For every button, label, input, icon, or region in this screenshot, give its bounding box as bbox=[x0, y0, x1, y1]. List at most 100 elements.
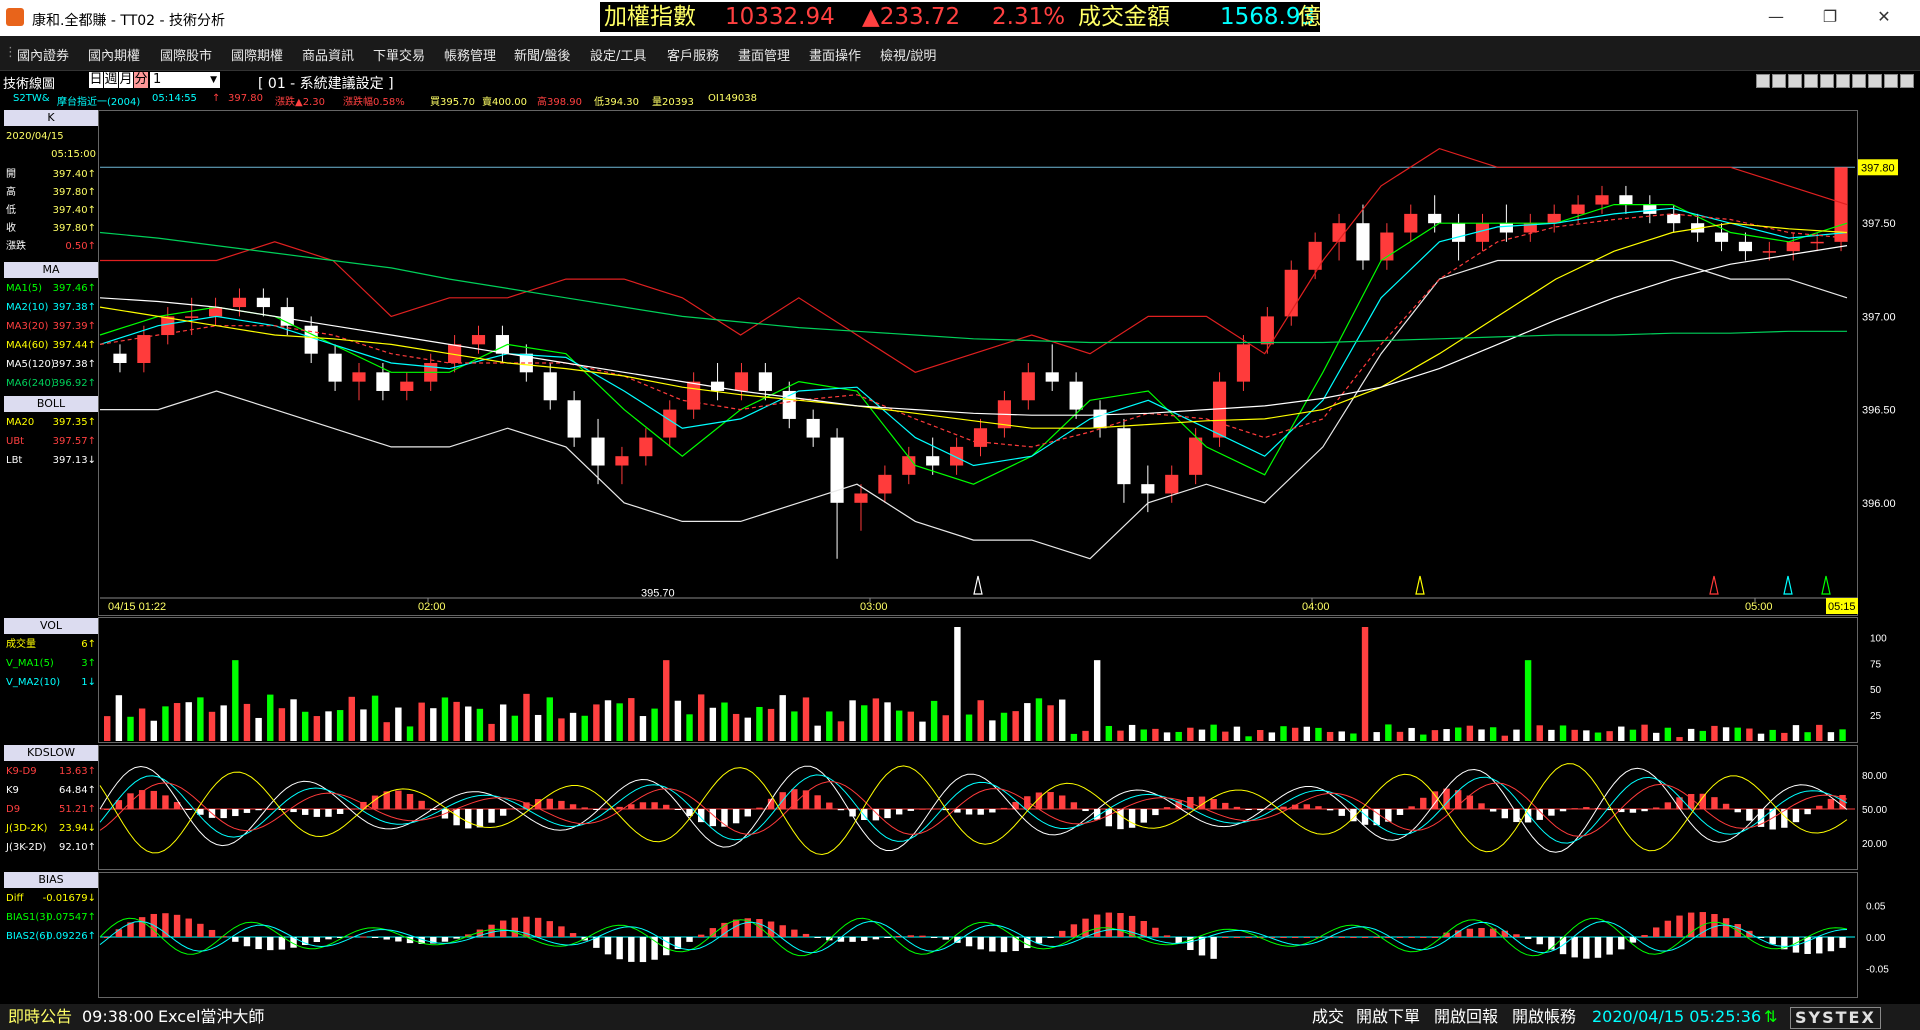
kd-diff-bar bbox=[1734, 809, 1741, 813]
bias-diff-bar bbox=[1489, 928, 1497, 937]
candle-body bbox=[1643, 204, 1657, 214]
bias-diff-bar bbox=[686, 937, 693, 942]
bias-diff-bar bbox=[197, 923, 204, 937]
bias-diff-bar bbox=[919, 935, 926, 937]
announce-label[interactable]: 即時公告 bbox=[8, 1004, 72, 1030]
kd-diff-bar bbox=[1396, 809, 1404, 815]
volume-bar bbox=[826, 711, 833, 741]
bias-diff-bar bbox=[534, 917, 542, 937]
volume-bar bbox=[406, 726, 414, 741]
volume-bar bbox=[278, 708, 286, 741]
bias-diff-bar bbox=[546, 921, 553, 937]
kd-diff-bar bbox=[546, 798, 553, 809]
status-button-report[interactable]: 開啟回報 bbox=[1434, 1004, 1498, 1030]
bias-diff-bar bbox=[569, 933, 577, 937]
candle-body bbox=[232, 297, 247, 308]
kd-diff-bar bbox=[569, 804, 577, 809]
bias-diff-bar bbox=[628, 937, 635, 962]
kd-diff-bar bbox=[1583, 807, 1590, 809]
volume-bar bbox=[1583, 730, 1590, 741]
kd-diff-bar bbox=[1105, 809, 1113, 827]
volume-bar bbox=[150, 720, 157, 741]
bias-diff-bar bbox=[861, 937, 868, 941]
candle-body bbox=[639, 437, 653, 457]
bias-diff-bar bbox=[1233, 937, 1241, 938]
volume-bar bbox=[1699, 730, 1706, 741]
kd-diff-bar bbox=[476, 809, 484, 828]
bias-diff-bar bbox=[1117, 913, 1124, 937]
volume-bar bbox=[232, 660, 239, 741]
boll-lower-line bbox=[100, 259, 1848, 560]
volume-bar bbox=[418, 702, 425, 741]
status-button-order[interactable]: 開啟下單 bbox=[1356, 1004, 1420, 1030]
status-button-account[interactable]: 開啟帳務 bbox=[1512, 1004, 1576, 1030]
ma-line bbox=[99, 207, 1848, 467]
kd-tick-label: 50.00 bbox=[1862, 805, 1887, 816]
bias-diff-bar bbox=[779, 925, 786, 937]
kd-diff-bar bbox=[1501, 809, 1509, 819]
volume-bar bbox=[267, 694, 274, 741]
volume-bar bbox=[313, 716, 321, 741]
volume-bar bbox=[1641, 724, 1648, 741]
candle-body bbox=[1236, 344, 1251, 382]
kd-diff-bar bbox=[255, 809, 262, 811]
candle-body bbox=[1786, 241, 1800, 252]
bias-diff-bar bbox=[1082, 918, 1089, 937]
brand-logo: SYSTEX bbox=[1790, 1007, 1881, 1029]
volume-bar bbox=[581, 715, 588, 741]
kd-diff-bar bbox=[1059, 795, 1066, 809]
kd-diff-bar bbox=[1827, 798, 1835, 809]
kd-diff-bar bbox=[1792, 809, 1800, 823]
volume-bar bbox=[465, 706, 472, 741]
volume-bar bbox=[1396, 731, 1404, 741]
bias-diff-bar bbox=[1839, 937, 1846, 948]
volume-bar bbox=[336, 710, 344, 741]
kd-diff-bar bbox=[663, 804, 670, 809]
time-tick-label: 03:00 bbox=[860, 601, 888, 613]
kd-diff-bar bbox=[290, 809, 297, 813]
bias-diff-bar bbox=[977, 937, 984, 950]
candle-body bbox=[902, 456, 916, 475]
bias-diff-bar bbox=[1606, 937, 1613, 955]
bias-diff-bar bbox=[1350, 937, 1357, 938]
kd-diff-bar bbox=[325, 809, 332, 817]
candle-body bbox=[471, 335, 486, 345]
volume-bar bbox=[348, 696, 355, 741]
status-button-trade[interactable]: 成交 bbox=[1312, 1004, 1344, 1030]
bias-diff-bar bbox=[604, 937, 612, 955]
kd-diff-bar bbox=[1641, 809, 1648, 812]
volume-bar bbox=[861, 705, 868, 741]
volume-bar bbox=[1734, 727, 1741, 741]
volume-bar bbox=[453, 701, 460, 741]
volume-bar bbox=[499, 704, 507, 741]
kd-diff-bar bbox=[756, 807, 763, 809]
chart-canvas[interactable]: 395.70 397.50 397.00 396.50 396.00 397.80 04/… bbox=[0, 0, 1920, 1004]
bias-diff-bar bbox=[1466, 928, 1474, 937]
volume-bar bbox=[243, 703, 251, 741]
volume-bar bbox=[523, 693, 530, 741]
volume-bar bbox=[651, 708, 658, 741]
kd-diff-bar bbox=[1070, 802, 1078, 809]
volume-bar bbox=[1152, 728, 1159, 741]
volume-bar bbox=[1385, 724, 1392, 741]
volume-bar bbox=[138, 708, 146, 741]
kd-diff-bar bbox=[1653, 807, 1660, 809]
candle-body bbox=[926, 456, 940, 466]
volume-bar bbox=[383, 722, 390, 741]
bias-diff-bar bbox=[1338, 937, 1345, 938]
bias-diff-bar bbox=[1571, 937, 1578, 958]
status-message[interactable]: Excel當沖大師 bbox=[158, 1004, 264, 1030]
bias-diff-bar bbox=[383, 937, 390, 940]
kd-chart bbox=[99, 763, 1855, 856]
volume-bar bbox=[639, 716, 647, 741]
volume-bar bbox=[208, 711, 216, 741]
kd-diff-bar bbox=[232, 809, 239, 817]
kd-diff-bar bbox=[907, 809, 915, 811]
kd-diff-bar bbox=[1303, 804, 1311, 809]
bias-diff-bar bbox=[697, 934, 705, 937]
volume-bar bbox=[709, 707, 717, 741]
candle-body bbox=[1189, 437, 1203, 475]
chart-axes: 397.50 397.00 396.50 396.00 397.80 04/15 01:2… bbox=[100, 159, 1898, 976]
candle-body bbox=[352, 372, 366, 382]
bias-diff-bar bbox=[1408, 937, 1415, 938]
